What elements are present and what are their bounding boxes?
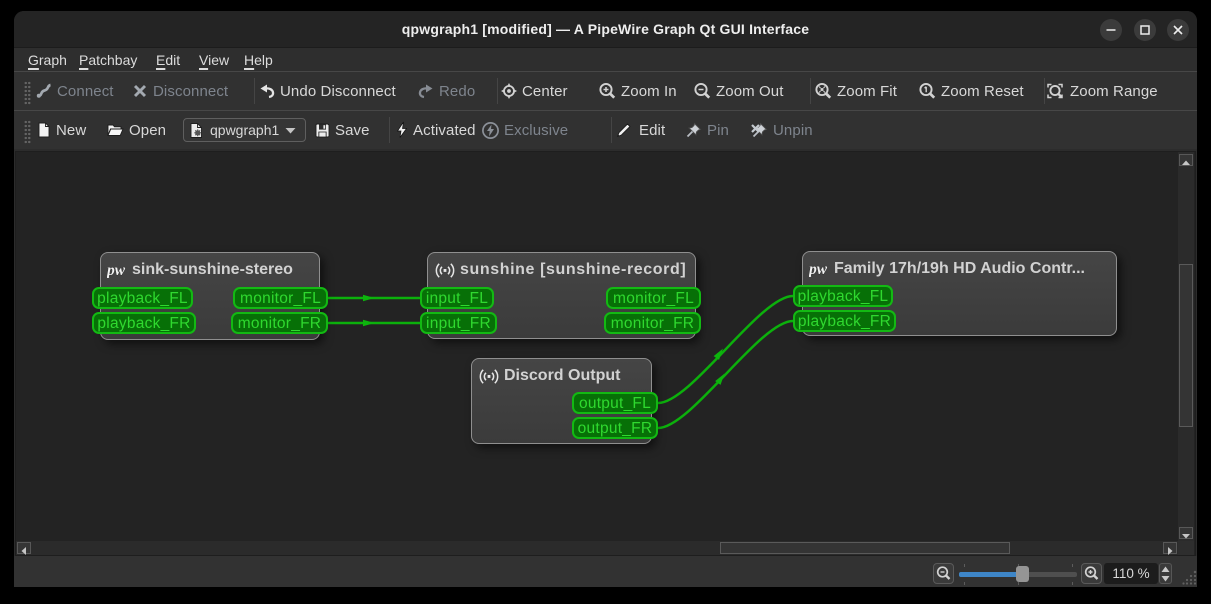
svg-text:pw: pw	[107, 263, 126, 278]
svg-text:pw: pw	[809, 262, 828, 277]
